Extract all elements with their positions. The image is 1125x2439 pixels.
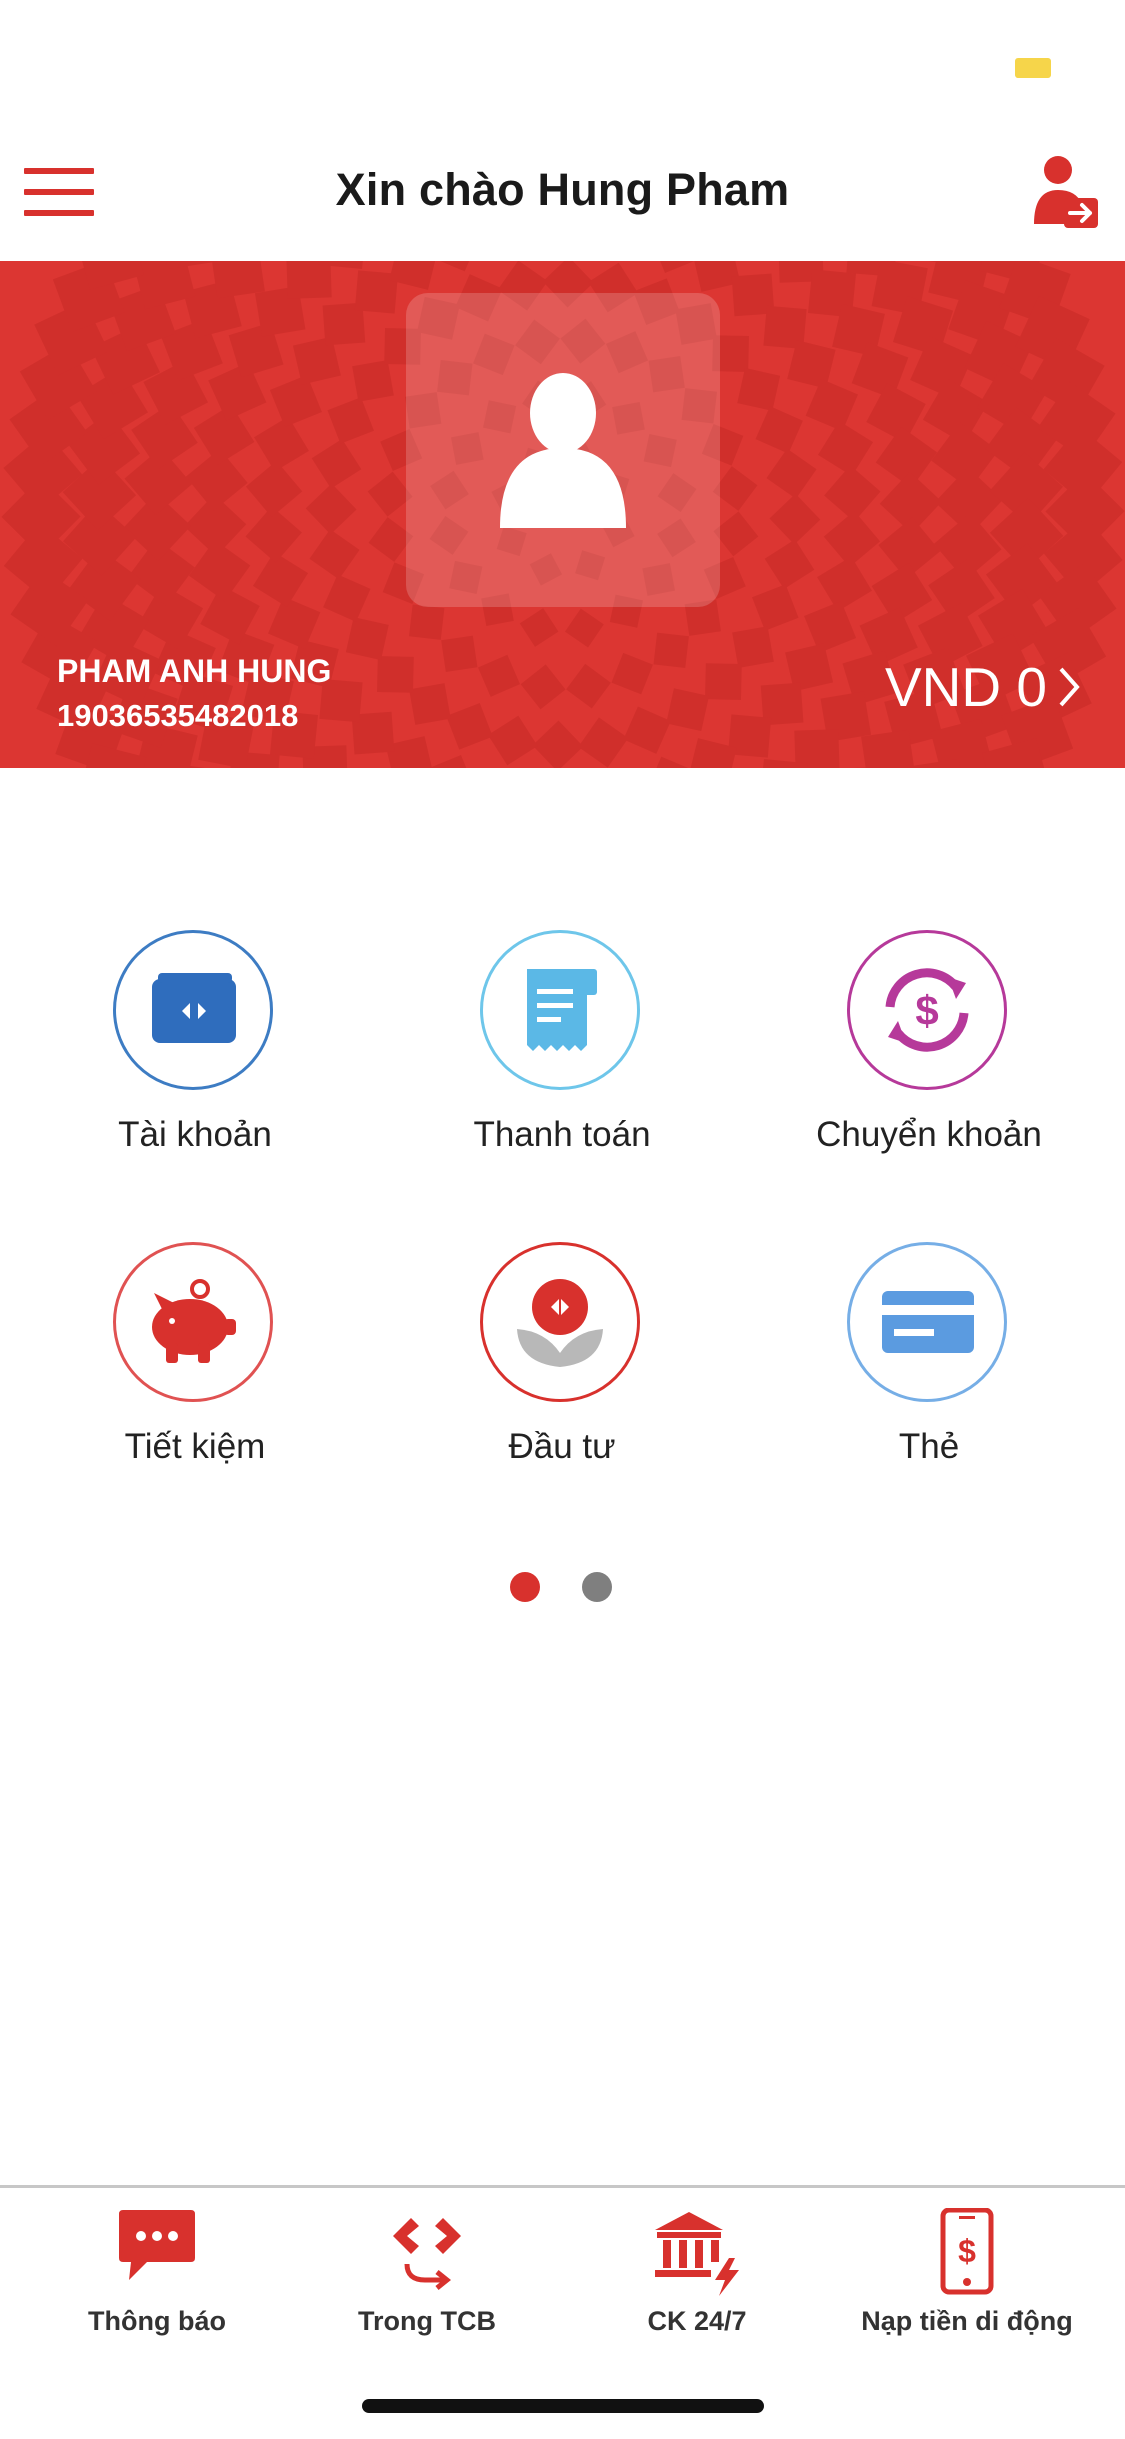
avatar[interactable] bbox=[406, 293, 720, 607]
svg-text:$: $ bbox=[915, 987, 938, 1034]
logout-icon bbox=[1034, 156, 1098, 228]
menu-label: Thẻ bbox=[898, 1427, 960, 1466]
account-balance[interactable]: VND 0 bbox=[885, 655, 1081, 719]
menu-label: Đầu tư bbox=[508, 1427, 616, 1466]
tab-trong-tcb[interactable]: Trong TCB bbox=[287, 2188, 567, 2358]
tab-label: Nạp tiền di động bbox=[861, 2306, 1073, 2336]
tiet-kiem-circle bbox=[113, 1242, 273, 1402]
page-dot[interactable] bbox=[582, 1572, 612, 1602]
piggy-bank-icon bbox=[152, 1279, 236, 1363]
menu-item-thanh-toan[interactable]: Thanh toán bbox=[412, 930, 712, 1180]
the-circle bbox=[847, 1242, 1007, 1402]
menu-label: Thanh toán bbox=[473, 1115, 651, 1154]
menu-item-chuyen-khoan[interactable]: $ Chuyển khoản bbox=[779, 930, 1079, 1180]
tab-ck-247[interactable]: CK 24/7 bbox=[557, 2188, 837, 2358]
tcb-transfer-icon bbox=[393, 2218, 461, 2290]
svg-text:$: $ bbox=[958, 2233, 976, 2269]
tab-label: CK 24/7 bbox=[647, 2306, 747, 2336]
menu-label: Tài khoản bbox=[118, 1115, 272, 1154]
mobile-topup-icon: $ bbox=[940, 2208, 994, 2295]
menu-item-dau-tu[interactable]: Đầu tư bbox=[412, 1242, 712, 1492]
menu-item-tai-khoan[interactable]: Tài khoản bbox=[45, 930, 345, 1180]
page-title: Xin chào Hung Pham bbox=[335, 164, 790, 215]
tab-nap-tien[interactable]: $ Nạp tiền di động bbox=[827, 2188, 1107, 2358]
receipt-icon bbox=[527, 969, 597, 1051]
account-holder-name: PHAM ANH HUNG bbox=[57, 653, 332, 689]
battery-icon bbox=[1015, 58, 1051, 78]
card-icon bbox=[882, 1291, 974, 1353]
dau-tu-circle bbox=[480, 1242, 640, 1402]
account-number: 19036535482018 bbox=[57, 698, 299, 733]
user-avatar-icon bbox=[500, 373, 626, 528]
balance-value: VND 0 bbox=[885, 656, 1047, 718]
header: Xin chào Hung Pham bbox=[0, 140, 1125, 260]
tab-thong-bao[interactable]: Thông báo bbox=[17, 2188, 297, 2358]
page-dot-active[interactable] bbox=[510, 1572, 540, 1602]
chevron-right-icon bbox=[1059, 667, 1080, 707]
menu-item-the[interactable]: Thẻ bbox=[779, 1242, 1079, 1492]
menu-item-tiet-kiem[interactable]: Tiết kiệm bbox=[45, 1242, 345, 1492]
chuyen-khoan-circle: $ bbox=[847, 930, 1007, 1090]
invest-icon bbox=[517, 1279, 603, 1367]
tab-label: Thông báo bbox=[88, 2306, 226, 2336]
transfer-icon: $ bbox=[885, 968, 969, 1052]
thanh-toan-circle bbox=[480, 930, 640, 1090]
chat-icon bbox=[119, 2210, 195, 2280]
menu-label: Tiết kiệm bbox=[124, 1427, 266, 1466]
logout-button[interactable] bbox=[1030, 152, 1100, 232]
tab-label: Trong TCB bbox=[358, 2306, 496, 2336]
wallet-icon bbox=[152, 973, 236, 1043]
status-bar bbox=[0, 0, 1125, 140]
home-indicator bbox=[362, 2399, 764, 2413]
bank-icon bbox=[655, 2212, 739, 2296]
menu-label: Chuyển khoản bbox=[816, 1115, 1042, 1154]
tai-khoan-circle bbox=[113, 930, 273, 1090]
account-banner[interactable]: PHAM ANH HUNG 19036535482018 VND 0 bbox=[0, 261, 1125, 768]
